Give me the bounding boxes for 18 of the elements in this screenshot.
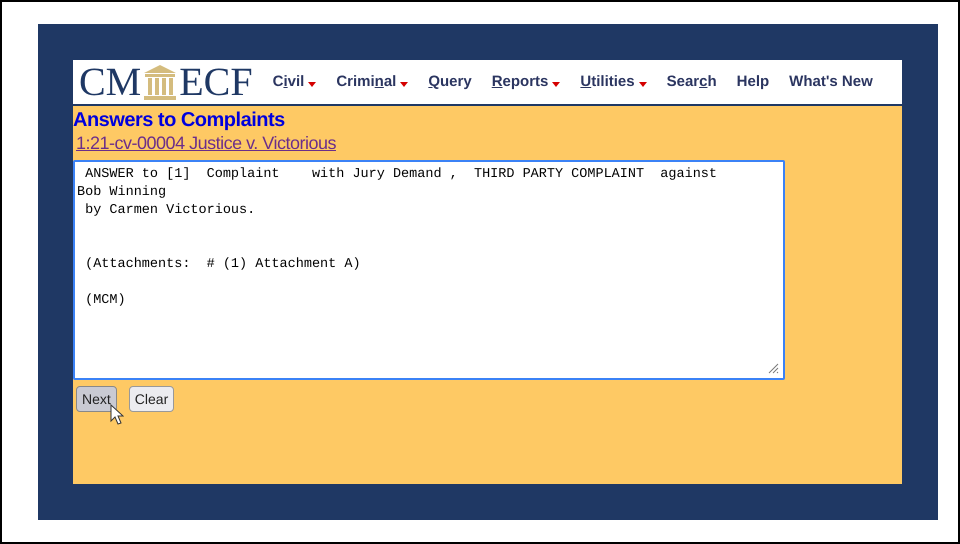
menu-item[interactable]: Query (428, 70, 472, 94)
menu-item[interactable]: Reports (492, 70, 560, 94)
docket-text-field[interactable]: ANSWER to [1] Complaint with Jury Demand , THIRD PARTY COMPLAINT against Bob Winning by Carmen Victorious. (Attachments: # (1) Attachment A) (MCM) (73, 160, 785, 380)
menu-item[interactable]: What's New (789, 70, 873, 94)
form-button[interactable]: Next (76, 386, 117, 412)
case-link[interactable]: 1:21-cv-00004 Justice v. Victorious (76, 132, 336, 154)
logo-text: CM (79, 62, 142, 102)
menu-item[interactable]: Civil (272, 70, 316, 94)
page-title: Answers to Complaints (73, 108, 286, 132)
form-button[interactable]: Clear (128, 386, 174, 412)
menu-item[interactable]: Utilities (580, 70, 647, 94)
mouse-pointer-icon (110, 404, 124, 426)
menu-item[interactable]: Search (666, 70, 717, 94)
menu-item[interactable]: Criminal (336, 70, 408, 94)
menu-item[interactable]: Help (736, 70, 770, 94)
logo-text: ECF (179, 62, 253, 102)
resize-grip-icon[interactable] (767, 362, 779, 374)
courthouse-icon (143, 63, 178, 101)
